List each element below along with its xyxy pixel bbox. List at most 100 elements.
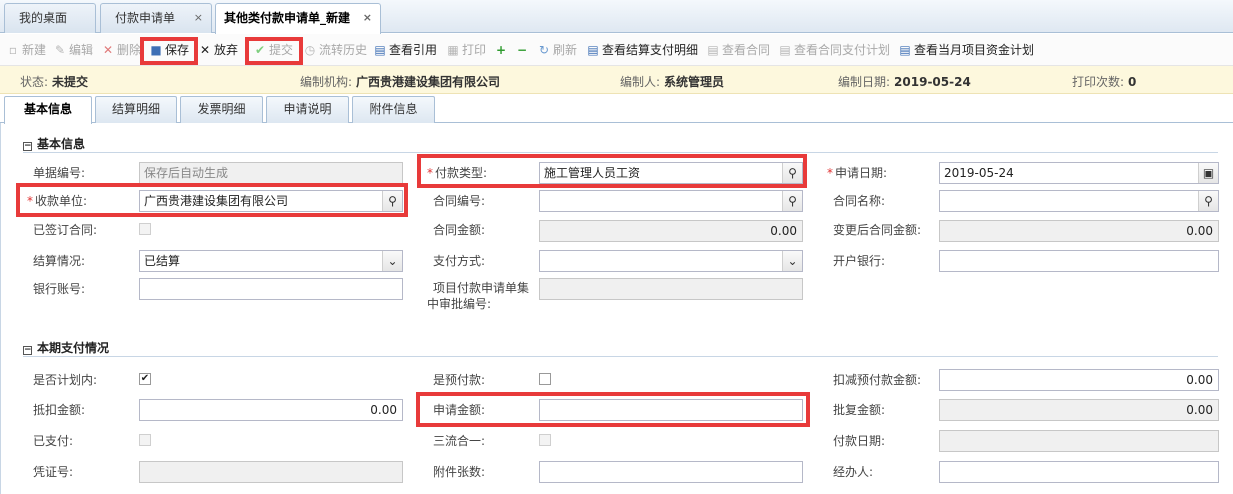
search-icon[interactable]: ⚲ bbox=[782, 191, 802, 211]
contract-name-field[interactable]: ⚲ bbox=[939, 190, 1219, 212]
print-button[interactable]: ▦ 打印 bbox=[446, 40, 486, 60]
apply-amount-field[interactable] bbox=[539, 399, 803, 421]
view-contract-plan-button[interactable]: ▤ 查看合同支付计划 bbox=[778, 40, 890, 60]
list-icon: ▤ bbox=[899, 43, 911, 57]
offset-amount-field[interactable]: 0.00 bbox=[139, 399, 403, 421]
voucher-no-label: 凭证号: bbox=[33, 465, 74, 479]
section-divider bbox=[23, 356, 1218, 357]
apply-amount-label: 申请金额: bbox=[433, 403, 486, 417]
tab-basic-info[interactable]: 基本信息 bbox=[4, 96, 92, 124]
collapse-icon[interactable]: − bbox=[23, 142, 32, 151]
edit-button[interactable]: ✎ 编辑 bbox=[53, 40, 93, 60]
tab-label: 其他类付款申请单_新建 bbox=[224, 11, 351, 25]
apply-date-field[interactable]: 2019-05-24 ▣ bbox=[939, 162, 1219, 184]
new-doc-icon: ▫ bbox=[8, 43, 18, 57]
payee-field[interactable]: 广西贵港建设集团有限公司 ⚲ bbox=[139, 190, 403, 212]
view-settlement-button[interactable]: ▤ 查看结算支付明细 bbox=[586, 40, 698, 60]
approval-no-label-line1: 项目付款申请单集 bbox=[433, 281, 530, 295]
doc-no-field[interactable]: 保存后自动生成 bbox=[139, 162, 403, 184]
planned-label: 是否计划内: bbox=[33, 373, 98, 387]
planned-checkbox[interactable]: ✔ bbox=[139, 373, 151, 385]
chevron-down-icon[interactable]: ⌄ bbox=[382, 251, 402, 271]
approved-amount-field[interactable]: 0.00 bbox=[939, 399, 1219, 421]
attachment-count-label: 附件张数: bbox=[433, 465, 486, 479]
tab-label: 我的桌面 bbox=[19, 11, 68, 25]
remove-row-button[interactable]: − bbox=[515, 40, 531, 60]
delete-x-icon: ✕ bbox=[102, 43, 114, 57]
signed-contract-checkbox[interactable] bbox=[139, 223, 151, 235]
tab-other-payment-new[interactable]: 其他类付款申请单_新建 × bbox=[215, 3, 381, 34]
search-icon[interactable]: ⚲ bbox=[782, 163, 802, 183]
section-divider bbox=[23, 152, 1218, 153]
section-basic-info-title[interactable]: − 基本信息 bbox=[23, 135, 85, 152]
prepay-checkbox[interactable] bbox=[539, 373, 551, 385]
save-button[interactable]: ■ 保存 bbox=[149, 40, 189, 60]
search-icon[interactable]: ⚲ bbox=[1198, 191, 1218, 211]
pay-date-field[interactable] bbox=[939, 430, 1219, 452]
status-date: 编制日期: 2019-05-24 bbox=[838, 75, 971, 89]
calendar-icon[interactable]: ▣ bbox=[1198, 163, 1218, 183]
add-row-button[interactable]: + bbox=[494, 40, 510, 60]
pay-method-select[interactable]: ⌄ bbox=[539, 250, 803, 272]
tab-settlement-detail[interactable]: 结算明细 bbox=[95, 96, 177, 123]
check-icon: ✔ bbox=[254, 43, 266, 57]
view-month-plan-button[interactable]: ▤ 查看当月项目资金计划 bbox=[898, 40, 1034, 60]
chevron-down-icon[interactable]: ⌄ bbox=[782, 251, 802, 271]
changed-amount-field[interactable]: 0.00 bbox=[939, 220, 1219, 242]
status-print-count: 打印次数: 0 bbox=[1072, 75, 1137, 89]
paid-label: 已支付: bbox=[33, 434, 74, 448]
deduct-prepay-label: 扣减预付款金额: bbox=[833, 373, 922, 387]
offset-amount-label: 抵扣金额: bbox=[33, 403, 86, 417]
discard-button[interactable]: ✕ 放弃 bbox=[198, 40, 238, 60]
tab-my-desktop[interactable]: 我的桌面 bbox=[4, 3, 96, 33]
view-reference-button[interactable]: ▤ 查看引用 bbox=[373, 40, 437, 60]
bank-account-label: 银行账号: bbox=[33, 282, 86, 296]
three-in-one-checkbox[interactable] bbox=[539, 434, 551, 446]
contract-name-label: 合同名称: bbox=[833, 194, 886, 208]
floppy-icon: ■ bbox=[150, 43, 162, 57]
approval-no-field[interactable] bbox=[539, 278, 803, 300]
voucher-no-field[interactable] bbox=[139, 461, 403, 483]
contract-no-field[interactable]: ⚲ bbox=[539, 190, 803, 212]
changed-amount-label: 变更后合同金额: bbox=[833, 223, 922, 237]
form-tab-bar: 基本信息 结算明细 发票明细 申请说明 附件信息 bbox=[0, 95, 1233, 124]
doc-no-label: 单据编号: bbox=[33, 166, 86, 180]
flow-history-button[interactable]: ◷ 流转历史 bbox=[303, 40, 367, 60]
attachment-count-field[interactable] bbox=[539, 461, 803, 483]
contract-no-label: 合同编号: bbox=[433, 194, 486, 208]
pay-type-label: * 付款类型: bbox=[427, 166, 488, 180]
pay-type-field[interactable]: 施工管理人员工资 ⚲ bbox=[539, 162, 803, 184]
printer-icon: ▦ bbox=[447, 43, 459, 57]
tab-application-note[interactable]: 申请说明 bbox=[266, 96, 349, 123]
handler-label: 经办人: bbox=[833, 465, 874, 479]
search-icon[interactable]: ⚲ bbox=[382, 191, 402, 211]
handler-field[interactable] bbox=[939, 461, 1219, 483]
bank-account-field[interactable] bbox=[139, 278, 403, 300]
settle-status-select[interactable]: 已结算 ⌄ bbox=[139, 250, 403, 272]
view-contract-button[interactable]: ▤ 查看合同 bbox=[706, 40, 770, 60]
tab-attachments[interactable]: 附件信息 bbox=[352, 96, 435, 123]
close-icon[interactable]: × bbox=[363, 4, 372, 32]
bank-field[interactable] bbox=[939, 250, 1219, 272]
tab-payment-request[interactable]: 付款申请单 × bbox=[100, 3, 212, 33]
contract-amount-field[interactable]: 0.00 bbox=[539, 220, 803, 242]
close-icon[interactable]: × bbox=[194, 4, 203, 32]
list-icon: ▤ bbox=[707, 43, 719, 57]
apply-date-label: * 申请日期: bbox=[827, 166, 888, 180]
minus-icon: − bbox=[516, 43, 528, 57]
deduct-prepay-field[interactable]: 0.00 bbox=[939, 369, 1219, 391]
refresh-button[interactable]: ↻ 刷新 bbox=[537, 40, 577, 60]
approved-amount-label: 批复金额: bbox=[833, 403, 886, 417]
close-icon: ✕ bbox=[199, 43, 211, 57]
signed-contract-label: 已签订合同: bbox=[33, 223, 98, 237]
collapse-icon[interactable]: − bbox=[23, 346, 32, 355]
tab-invoice-detail[interactable]: 发票明细 bbox=[180, 96, 263, 123]
prepay-label: 是预付款: bbox=[433, 373, 486, 387]
paid-checkbox[interactable] bbox=[139, 434, 151, 446]
delete-button[interactable]: ✕ 删除 bbox=[101, 40, 141, 60]
submit-button[interactable]: ✔ 提交 bbox=[253, 40, 293, 60]
section-current-payment-title[interactable]: − 本期支付情况 bbox=[23, 339, 109, 356]
new-button[interactable]: ▫ 新建 bbox=[6, 40, 46, 60]
approval-no-label-line2: 中审批编号: bbox=[427, 297, 492, 311]
status-author: 编制人: 系统管理员 bbox=[620, 75, 725, 89]
